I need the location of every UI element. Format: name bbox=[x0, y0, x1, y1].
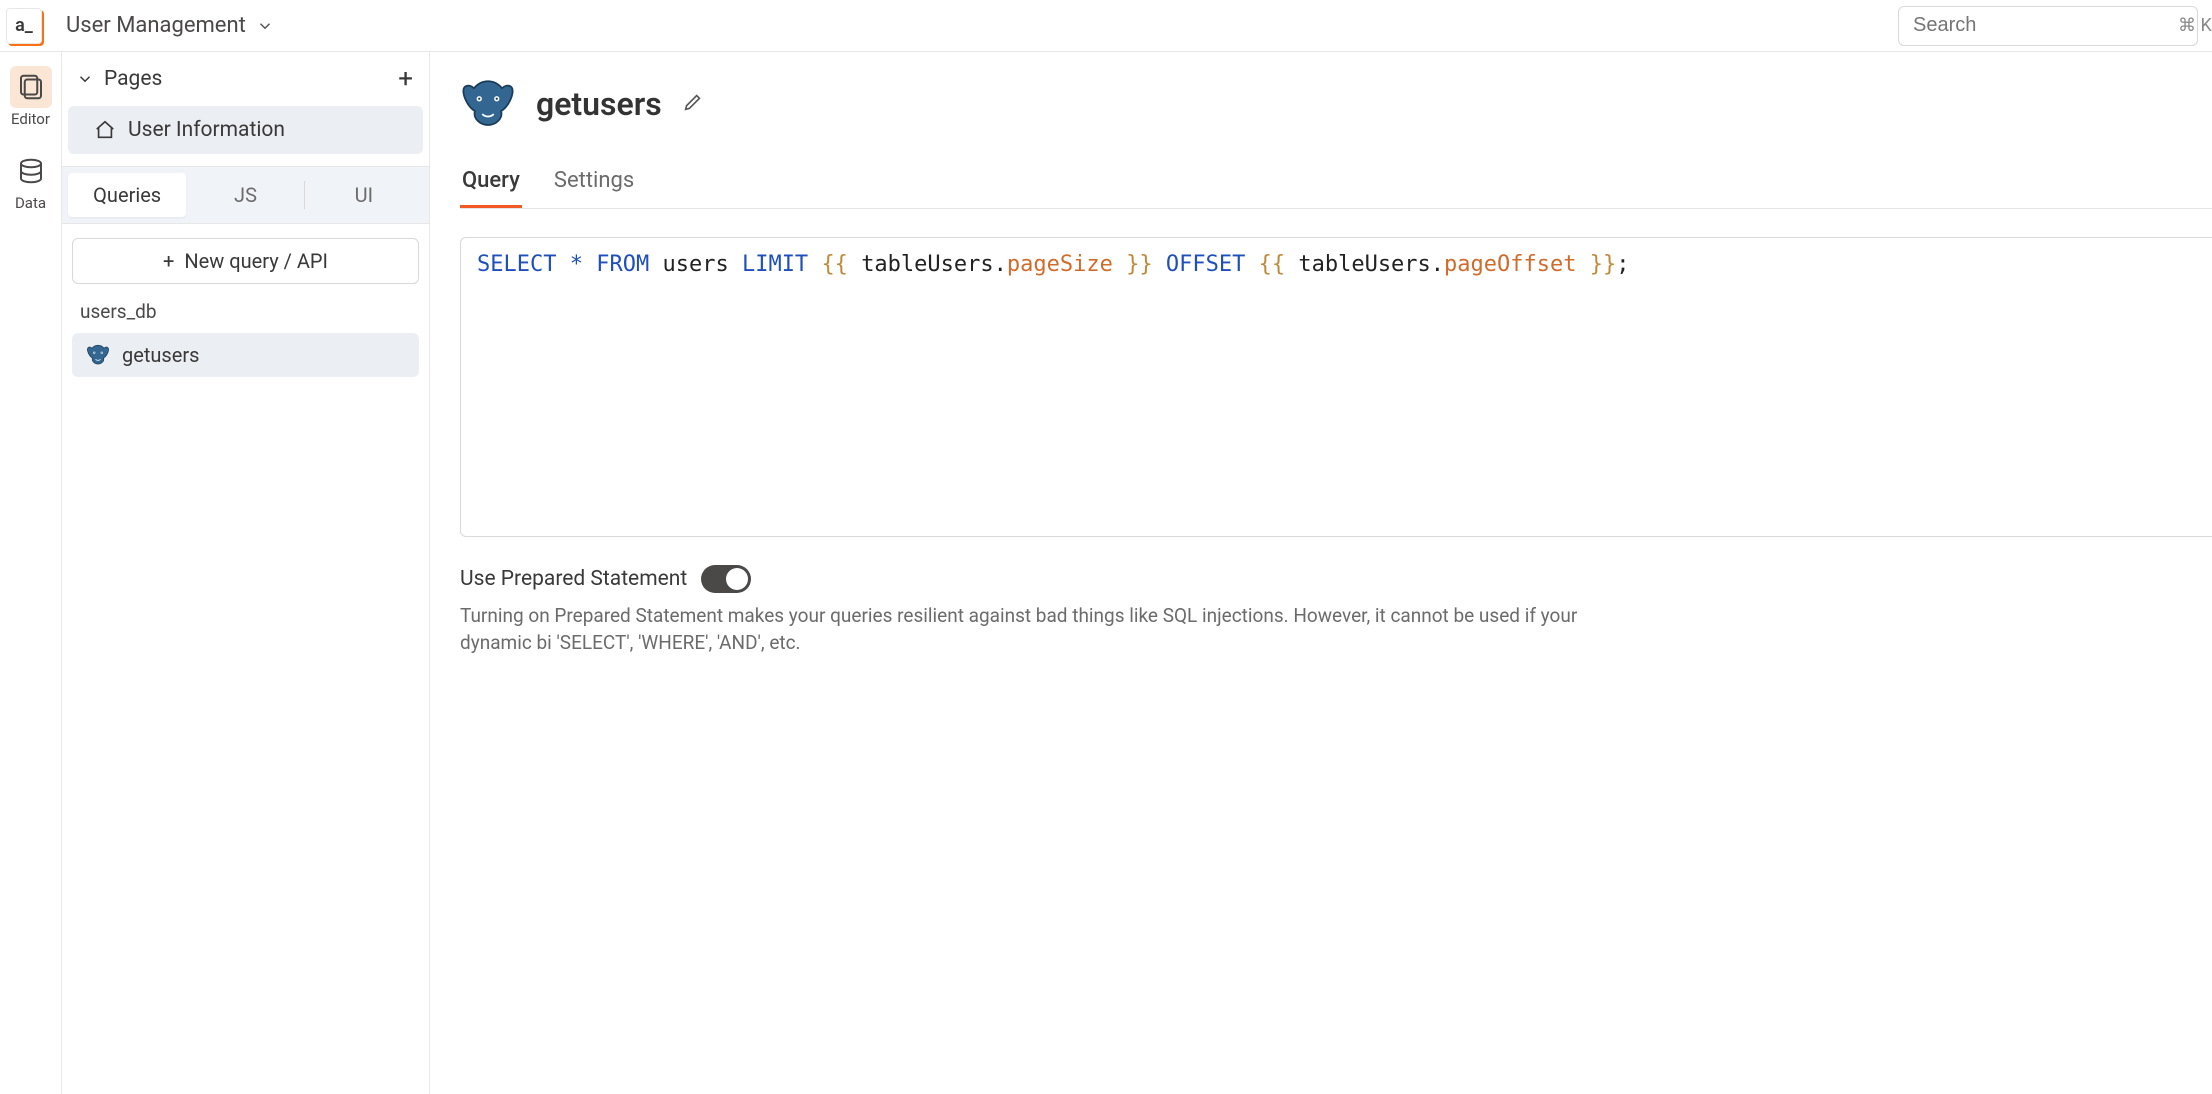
app-logo[interactable]: a_ bbox=[6, 8, 42, 44]
tab-js[interactable]: JS bbox=[186, 173, 304, 217]
postgres-icon bbox=[460, 76, 516, 132]
pages-header[interactable]: Pages + bbox=[62, 52, 429, 106]
left-rail: Editor Data bbox=[0, 52, 62, 1094]
page-item-label: User Information bbox=[128, 118, 285, 142]
chevron-down-icon bbox=[256, 17, 274, 35]
rail-editor[interactable]: Editor bbox=[10, 66, 52, 128]
query-item-getusers[interactable]: getusers bbox=[72, 333, 419, 377]
toggle-knob bbox=[726, 568, 748, 590]
pages-header-label: Pages bbox=[104, 67, 162, 91]
logo-text: a_ bbox=[15, 15, 33, 36]
app-title: User Management bbox=[66, 13, 246, 38]
main-tab-query[interactable]: Query bbox=[460, 168, 522, 208]
pencil-icon bbox=[682, 91, 704, 113]
postgres-icon bbox=[86, 343, 110, 367]
app-title-dropdown[interactable]: User Management bbox=[66, 13, 274, 38]
main-tab-settings[interactable]: Settings bbox=[552, 168, 636, 208]
sql-editor[interactable]: SELECT * FROM users LIMIT {{ tableUsers.… bbox=[460, 237, 2212, 537]
main-panel: getusers Query Settings SELECT * FROM us… bbox=[430, 52, 2212, 1094]
main-tabs: Query Settings bbox=[460, 168, 2212, 209]
database-icon bbox=[10, 150, 52, 192]
new-query-label: New query / API bbox=[184, 249, 328, 273]
page-item-user-information[interactable]: User Information bbox=[68, 106, 423, 154]
prepared-statement-row: Use Prepared Statement bbox=[460, 565, 2212, 593]
tab-ui[interactable]: UI bbox=[305, 173, 423, 217]
edit-name-button[interactable] bbox=[682, 91, 704, 118]
rail-data[interactable]: Data bbox=[10, 150, 52, 212]
query-header: getusers bbox=[460, 76, 2212, 132]
tab-queries[interactable]: Queries bbox=[68, 173, 186, 217]
editor-icon bbox=[10, 66, 52, 108]
datasource-label: users_db bbox=[62, 294, 429, 329]
prepared-statement-help: Turning on Prepared Statement makes your… bbox=[460, 603, 1580, 656]
rail-editor-label: Editor bbox=[11, 110, 50, 128]
prepared-statement-toggle[interactable] bbox=[701, 565, 751, 593]
chevron-down-icon bbox=[76, 70, 94, 88]
top-bar: a_ User Management ⌘ K bbox=[0, 0, 2212, 52]
sidebar: Pages + User Information Queries JS UI +… bbox=[62, 52, 430, 1094]
query-name: getusers bbox=[536, 85, 662, 123]
prepared-statement-label: Use Prepared Statement bbox=[460, 567, 687, 591]
rail-data-label: Data bbox=[15, 194, 46, 212]
add-page-button[interactable]: + bbox=[398, 66, 413, 92]
query-item-label: getusers bbox=[122, 343, 199, 367]
search-input[interactable] bbox=[1913, 14, 2178, 37]
sidebar-tabs: Queries JS UI bbox=[62, 166, 429, 224]
new-query-button[interactable]: + New query / API bbox=[72, 238, 419, 284]
home-icon bbox=[94, 119, 116, 141]
search-shortcut-label: ⌘ K bbox=[2178, 15, 2212, 36]
search-box[interactable]: ⌘ K bbox=[1898, 6, 2198, 46]
plus-icon: + bbox=[163, 249, 174, 273]
